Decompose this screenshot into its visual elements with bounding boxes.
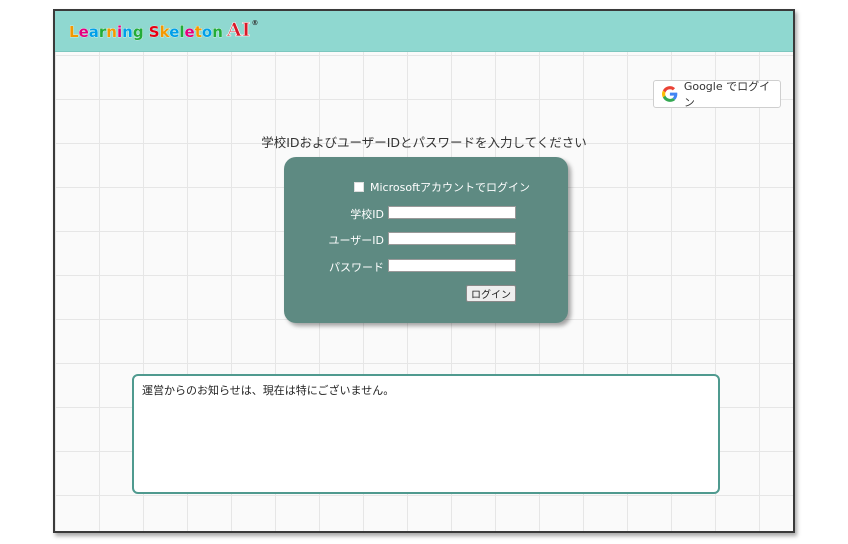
microsoft-login-label: Microsoftアカウントでログイン <box>370 181 531 194</box>
registered-mark: ® <box>251 19 259 27</box>
microsoft-login-option[interactable]: Microsoftアカウントでログイン <box>354 179 530 195</box>
login-instructions: 学校IDおよびユーザーIDとパスワードを入力してください <box>261 135 587 150</box>
microsoft-checkbox[interactable] <box>354 182 364 192</box>
logo-letter: g <box>132 23 144 42</box>
header-bar: Learning Skeleton AI ® <box>55 11 793 52</box>
logo-letter: S <box>148 23 160 42</box>
logo-letter: n <box>106 23 117 42</box>
app-logo: Learning Skeleton AI ® <box>69 19 259 42</box>
app-window: Learning Skeleton AI ® Google でログイン 学校ID… <box>53 9 795 533</box>
user-id-label: ユーザーID <box>328 234 385 247</box>
notice-text: 運営からのお知らせは、現在は特にございません。 <box>142 384 395 397</box>
logo-letter: n <box>122 23 133 42</box>
logo-letter: e <box>184 23 195 42</box>
login-form: Microsoftアカウントでログイン 学校ID ユーザーID パスワード ログ… <box>284 157 568 323</box>
login-button[interactable]: ログイン <box>466 285 516 302</box>
google-g-icon <box>662 86 678 102</box>
logo-letter: a <box>88 23 99 42</box>
notice-box: 運営からのお知らせは、現在は特にございません。 <box>132 374 720 494</box>
logo-letter: n <box>212 23 223 42</box>
password-label: パスワード <box>329 261 384 274</box>
logo-text: Learning Skeleton <box>69 23 223 42</box>
logo-letter: o <box>201 23 213 42</box>
school-id-label: 学校ID <box>350 208 384 221</box>
logo-letter: e <box>169 23 180 42</box>
logo-letter: L <box>69 23 79 42</box>
google-login-button[interactable]: Google でログイン <box>653 80 781 109</box>
user-id-input[interactable] <box>388 232 516 245</box>
logo-letter: e <box>78 23 89 42</box>
school-id-input[interactable] <box>388 206 516 219</box>
logo-ai: AI <box>226 19 251 42</box>
logo-letter: t <box>194 23 202 42</box>
password-input[interactable] <box>388 259 516 272</box>
google-login-label: Google でログイン <box>683 80 771 109</box>
logo-letter: k <box>159 23 170 42</box>
